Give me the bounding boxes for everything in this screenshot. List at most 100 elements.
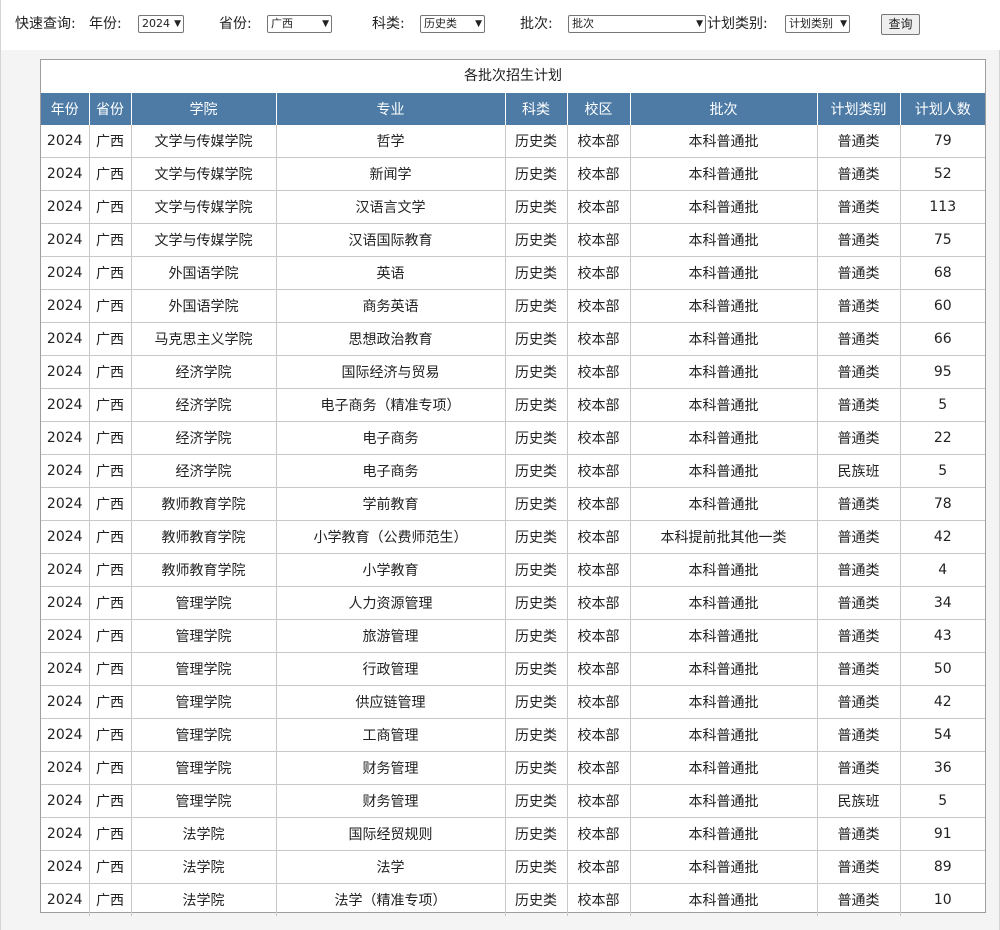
cell-plan-count: 4 (900, 553, 985, 587)
table-row: 2024 广西 外国语学院 商务英语 历史类 校本部 本科普通批 普通类 60 (41, 289, 985, 323)
chevron-down-icon: ▼ (322, 19, 329, 29)
cell-major: 思想政治教育 (276, 322, 506, 356)
enrollment-plan-panel: 各批次招生计划 年份 省份 学院 专业 科类 校区 批次 计划类别 计划人数 2… (40, 59, 986, 916)
cell-campus: 校本部 (567, 751, 631, 785)
cell-batch: 本科普通批 (630, 817, 818, 851)
cell-college: 管理学院 (131, 652, 277, 686)
cell-college: 外国语学院 (131, 256, 277, 290)
cell-plan-count: 36 (900, 751, 985, 785)
cell-plan-type: 普通类 (817, 421, 901, 455)
cell-year: 2024 (41, 652, 90, 686)
cell-subject: 历史类 (505, 553, 568, 587)
cell-year: 2024 (41, 125, 90, 158)
cell-subject: 历史类 (505, 487, 568, 521)
cell-plan-type: 普通类 (817, 685, 901, 719)
cell-year: 2024 (41, 850, 90, 884)
cell-plan-type: 普通类 (817, 883, 901, 916)
cell-major: 电子商务 (276, 454, 506, 488)
cell-batch: 本科普通批 (630, 421, 818, 455)
header-college: 学院 (131, 93, 277, 125)
cell-college: 法学院 (131, 883, 277, 916)
table-row: 2024 广西 法学院 法学 历史类 校本部 本科普通批 普通类 89 (41, 850, 985, 884)
cell-year: 2024 (41, 487, 90, 521)
cell-major: 国际经济与贸易 (276, 355, 506, 389)
table-row: 2024 广西 管理学院 行政管理 历史类 校本部 本科普通批 普通类 50 (41, 652, 985, 686)
cell-plan-count: 43 (900, 619, 985, 653)
cell-batch: 本科普通批 (630, 751, 818, 785)
cell-batch: 本科普通批 (630, 685, 818, 719)
cell-subject: 历史类 (505, 190, 568, 224)
cell-campus: 校本部 (567, 817, 631, 851)
cell-plan-type: 普通类 (817, 751, 901, 785)
year-select[interactable]: 2024 ▼ (138, 15, 184, 33)
cell-plan-type: 普通类 (817, 652, 901, 686)
cell-batch: 本科普通批 (630, 784, 818, 818)
cell-plan-type: 普通类 (817, 619, 901, 653)
cell-plan-type: 普通类 (817, 718, 901, 752)
plan-type-select[interactable]: 计划类别 ▼ (785, 15, 850, 33)
table-row: 2024 广西 管理学院 供应链管理 历史类 校本部 本科普通批 普通类 42 (41, 685, 985, 719)
cell-major: 法学 (276, 850, 506, 884)
cell-province: 广西 (89, 586, 132, 620)
cell-batch: 本科提前批其他一类 (630, 520, 818, 554)
cell-year: 2024 (41, 289, 90, 323)
cell-campus: 校本部 (567, 223, 631, 257)
cell-plan-type: 普通类 (817, 355, 901, 389)
cell-year: 2024 (41, 784, 90, 818)
cell-plan-count: 89 (900, 850, 985, 884)
cell-year: 2024 (41, 454, 90, 488)
table-row: 2024 广西 经济学院 电子商务（精准专项） 历史类 校本部 本科普通批 普通类 5 (41, 388, 985, 422)
cell-province: 广西 (89, 817, 132, 851)
cell-major: 行政管理 (276, 652, 506, 686)
table-row: 2024 广西 法学院 法学（精准专项） 历史类 校本部 本科普通批 普通类 10 (41, 883, 985, 916)
cell-major: 电子商务（精准专项） (276, 388, 506, 422)
cell-college: 文学与传媒学院 (131, 125, 277, 158)
cell-major: 汉语国际教育 (276, 223, 506, 257)
table-row: 2024 广西 管理学院 财务管理 历史类 校本部 本科普通批 民族班 5 (41, 784, 985, 818)
chevron-down-icon: ▼ (475, 19, 482, 29)
cell-campus: 校本部 (567, 619, 631, 653)
province-select-value: 广西 (271, 17, 293, 30)
batch-select[interactable]: 批次 ▼ (568, 15, 706, 33)
cell-campus: 校本部 (567, 685, 631, 719)
cell-batch: 本科普通批 (630, 586, 818, 620)
cell-province: 广西 (89, 784, 132, 818)
table-row: 2024 广西 文学与传媒学院 新闻学 历史类 校本部 本科普通批 普通类 52 (41, 157, 985, 191)
province-select[interactable]: 广西 ▼ (267, 15, 332, 33)
cell-batch: 本科普通批 (630, 223, 818, 257)
cell-subject: 历史类 (505, 256, 568, 290)
cell-plan-type: 普通类 (817, 850, 901, 884)
cell-major: 法学（精准专项） (276, 883, 506, 916)
table-row: 2024 广西 管理学院 旅游管理 历史类 校本部 本科普通批 普通类 43 (41, 619, 985, 653)
cell-campus: 校本部 (567, 652, 631, 686)
cell-province: 广西 (89, 223, 132, 257)
cell-campus: 校本部 (567, 883, 631, 916)
header-batch: 批次 (630, 93, 818, 125)
table-row: 2024 广西 法学院 国际经贸规则 历史类 校本部 本科普通批 普通类 91 (41, 817, 985, 851)
cell-major: 学前教育 (276, 487, 506, 521)
query-button[interactable]: 查询 (881, 14, 920, 35)
cell-subject: 历史类 (505, 652, 568, 686)
cell-college: 教师教育学院 (131, 520, 277, 554)
cell-province: 广西 (89, 619, 132, 653)
cell-subject: 历史类 (505, 850, 568, 884)
cell-province: 广西 (89, 454, 132, 488)
cell-subject: 历史类 (505, 784, 568, 818)
cell-plan-count: 79 (933, 133, 952, 149)
cell-plan-type: 普通类 (817, 487, 901, 521)
cell-year: 2024 (41, 619, 90, 653)
enrollment-plan-table: 年份 省份 学院 专业 科类 校区 批次 计划类别 计划人数 2024 广西 文学与… (41, 93, 985, 916)
plan-type-select-value: 计划类别 (789, 17, 833, 30)
cell-subject: 历史类 (505, 685, 568, 719)
cell-batch: 本科普通批 (630, 850, 818, 884)
cell-campus: 校本部 (567, 256, 631, 290)
cell-year: 2024 (41, 553, 90, 587)
cell-campus: 校本部 (567, 421, 631, 455)
cell-campus: 校本部 (567, 355, 631, 389)
subject-select[interactable]: 历史类 ▼ (420, 15, 485, 33)
table-row: 2024 广西 经济学院 电子商务 历史类 校本部 本科普通批 普通类 22 (41, 421, 985, 455)
cell-college: 管理学院 (131, 751, 277, 785)
cell-subject: 历史类 (505, 322, 568, 356)
cell-batch: 本科普通批 (630, 718, 818, 752)
cell-province: 广西 (89, 421, 132, 455)
